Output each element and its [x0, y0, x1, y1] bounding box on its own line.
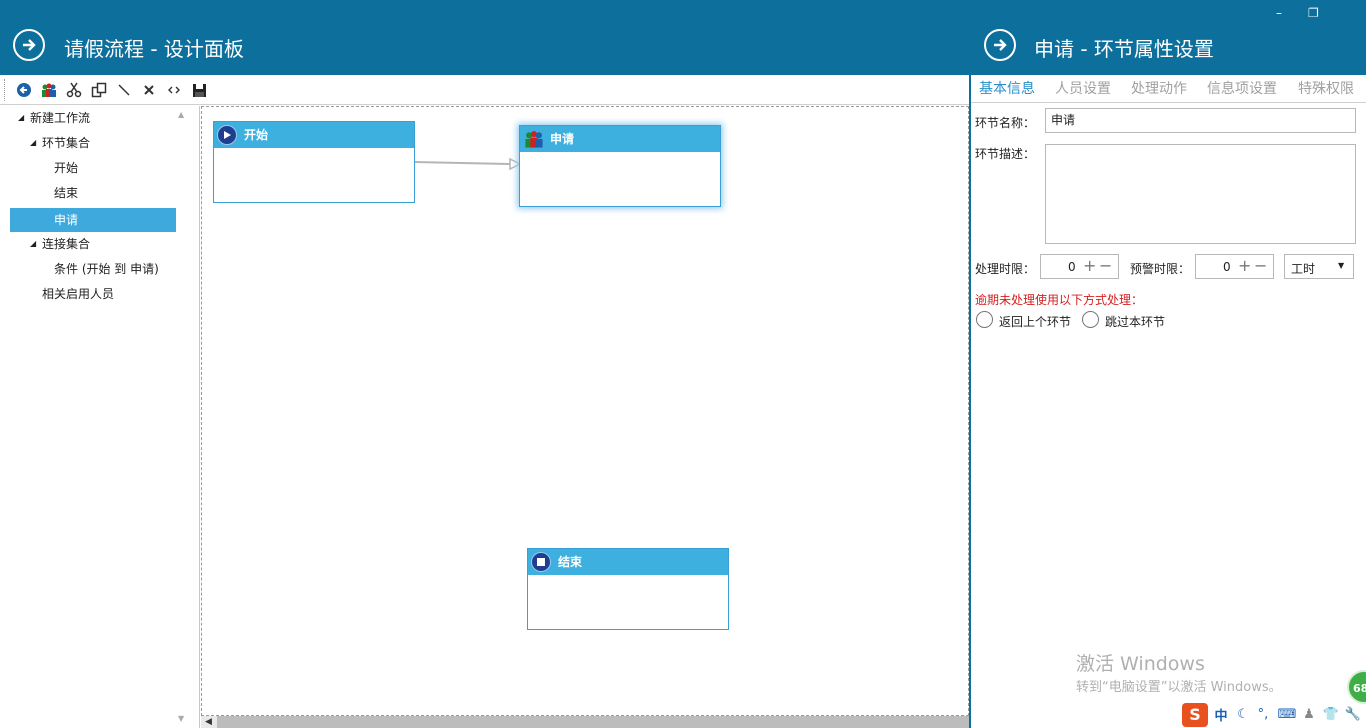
copy-icon[interactable] [89, 80, 109, 100]
node-label: 开始 [244, 128, 269, 142]
tab-actions[interactable]: 处理动作 [1131, 78, 1187, 98]
users-icon [523, 129, 545, 158]
design-canvas[interactable]: 开始 申请 结束 [201, 106, 969, 716]
tree-item-label: 环节集合 [42, 136, 91, 150]
tree-item-end[interactable]: 结束 [54, 181, 78, 205]
time-unit-select[interactable]: 工时 ▼ [1284, 254, 1354, 279]
designer-header: 请假流程 - 设计面板 [0, 0, 970, 75]
tab-info-items[interactable]: 信息项设置 [1207, 78, 1277, 98]
radio-skip-label: 跳过本环节 [1105, 315, 1166, 329]
activation-watermark-title: 激活 Windows [1076, 653, 1205, 675]
user-icon[interactable]: ♟ [1300, 705, 1318, 723]
minus-icon[interactable]: − [1099, 256, 1112, 275]
tab-personnel[interactable]: 人员设置 [1055, 78, 1111, 98]
node-desc-label: 环节描述： [975, 147, 1036, 161]
minimize-button[interactable]: – [1276, 6, 1282, 20]
node-header: 开始 [214, 122, 414, 148]
connection-arrow[interactable] [413, 161, 513, 165]
plus-icon[interactable]: + [1238, 256, 1251, 275]
minus-icon[interactable]: − [1254, 256, 1267, 275]
keyboard-icon[interactable]: ⌨ [1278, 705, 1297, 723]
radio-skip-node[interactable] [1082, 311, 1099, 328]
sogou-ime-icon[interactable]: S [1182, 703, 1208, 727]
node-name-field[interactable]: 申请 [1045, 108, 1356, 133]
overdue-instruction: 逾期未处理使用以下方式处理： [975, 293, 1144, 307]
node-name-label: 环节名称： [975, 116, 1036, 130]
radio-return-previous[interactable] [976, 311, 993, 328]
arrow-right-icon[interactable] [13, 29, 45, 61]
properties-panel: 基本信息 人员设置 处理动作 信息项设置 特殊权限 环节名称： 申请 环节描述：… [969, 75, 1366, 728]
collapse-triangle-icon[interactable]: ◢ [18, 106, 24, 130]
node-start[interactable]: 开始 [213, 121, 415, 203]
process-time-stepper[interactable]: 0 + − [1040, 254, 1119, 279]
users-icon[interactable] [39, 80, 59, 100]
warning-time-label: 预警时限： [1130, 262, 1191, 276]
collapse-triangle-icon[interactable]: ◢ [30, 131, 36, 155]
moon-icon[interactable]: ☾ [1234, 705, 1252, 723]
stepper-value: 0 [1223, 260, 1231, 274]
canvas-hscrollbar[interactable]: ◀ [201, 716, 969, 728]
select-value: 工时 [1291, 262, 1316, 276]
cut-icon[interactable] [64, 80, 84, 100]
toolbar [0, 75, 969, 105]
stepper-value: 0 [1068, 260, 1076, 274]
plus-icon[interactable]: + [1083, 256, 1096, 275]
stop-icon [531, 552, 551, 572]
properties-title: 申请 - 环节属性设置 [1034, 37, 1214, 61]
tree-item-related-users[interactable]: 相关启用人员 [42, 282, 114, 306]
node-desc-field[interactable] [1045, 144, 1356, 244]
tab-basic-info[interactable]: 基本信息 [979, 78, 1035, 98]
play-icon [217, 125, 237, 145]
punctuation-icon[interactable]: °, [1254, 705, 1272, 723]
tree-item-root[interactable]: ◢ 新建工作流 [18, 106, 90, 130]
tree-item-label: 连接集合 [42, 237, 91, 251]
node-end[interactable]: 结束 [527, 548, 729, 630]
workflow-tree: ◢ 新建工作流 ◢ 环节集合 开始 结束 申请 ◢ 连接集合 条件 (开始 到 … [0, 106, 200, 728]
ime-mode[interactable]: 中 [1212, 705, 1230, 724]
node-label: 结束 [558, 555, 583, 569]
delete-icon[interactable] [139, 80, 159, 100]
node-apply[interactable]: 申请 [519, 125, 721, 207]
radio-return-label: 返回上个环节 [999, 315, 1072, 329]
tree-item-start[interactable]: 开始 [54, 156, 78, 180]
tab-divider [971, 102, 1366, 103]
collapse-triangle-icon[interactable]: ◢ [30, 232, 36, 256]
properties-header: 申请 - 环节属性设置 – ❐ [970, 0, 1366, 75]
process-time-label: 处理时限： [975, 262, 1036, 276]
scroll-left-icon[interactable]: ◀ [205, 717, 212, 727]
back-icon[interactable] [14, 80, 34, 100]
tree-item-connection[interactable]: 条件 (开始 到 申请) [54, 257, 159, 281]
wrench-icon[interactable]: 🔧 [1344, 705, 1362, 723]
tree-item-apply[interactable]: 申请 [10, 208, 176, 232]
tree-item-node-group[interactable]: ◢ 环节集合 [30, 131, 90, 155]
arrow-right-icon[interactable] [984, 29, 1016, 61]
warning-time-stepper[interactable]: 0 + − [1195, 254, 1274, 279]
line-icon[interactable] [114, 80, 134, 100]
tree-item-label: 新建工作流 [30, 111, 91, 125]
node-header: 申请 [520, 126, 720, 152]
toolbar-grip [4, 79, 7, 101]
scrollbar-thumb[interactable] [217, 716, 969, 728]
tab-special-permissions[interactable]: 特殊权限 [1298, 78, 1354, 98]
node-label: 申请 [550, 132, 575, 146]
chevron-down-icon: ▼ [1338, 261, 1345, 270]
tree-item-label: 申请 [54, 213, 79, 227]
activation-watermark-hint: 转到“电脑设置”以激活 Windows。 [1076, 680, 1282, 695]
skin-icon[interactable]: 👕 [1322, 705, 1340, 723]
scroll-down-icon[interactable]: ▼ [178, 714, 184, 723]
node-header: 结束 [528, 549, 728, 575]
designer-title: 请假流程 - 设计面板 [64, 37, 244, 61]
badge-count: 68 [1353, 682, 1366, 695]
scroll-up-icon[interactable]: ▲ [178, 110, 184, 119]
restore-button[interactable]: ❐ [1308, 6, 1319, 20]
tree-item-conn-group[interactable]: ◢ 连接集合 [30, 232, 90, 256]
code-icon[interactable] [164, 80, 184, 100]
save-icon[interactable] [189, 80, 209, 100]
